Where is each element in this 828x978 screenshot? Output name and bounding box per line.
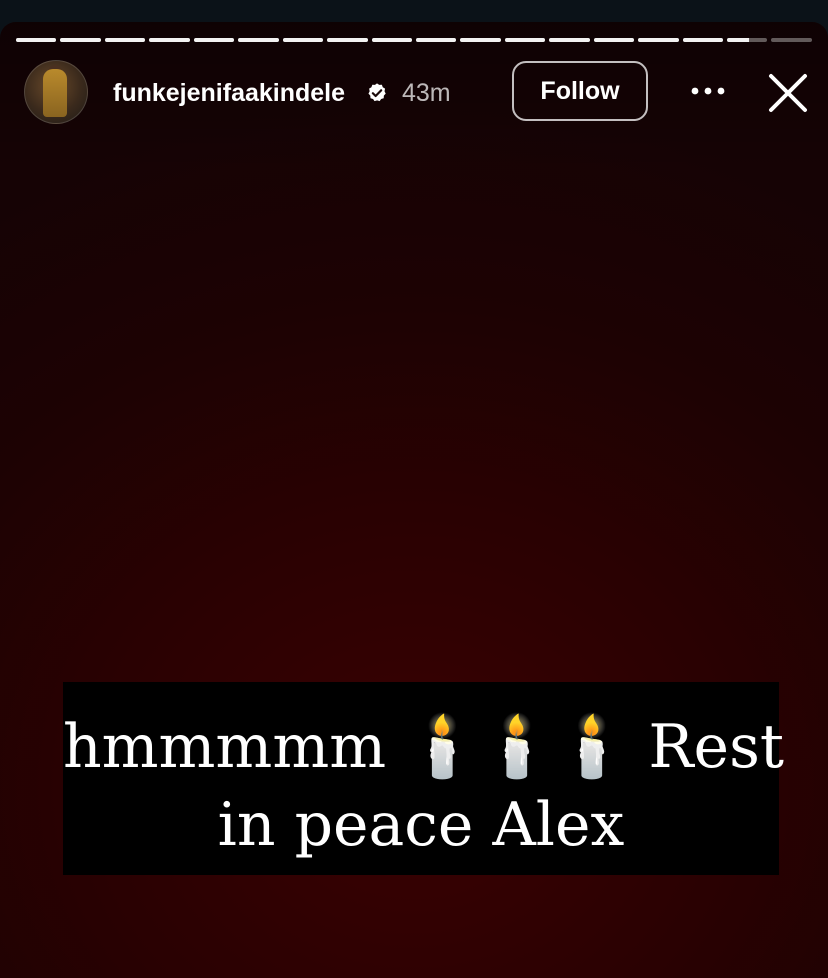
progress-segment (193, 38, 235, 42)
username[interactable]: funkejenifaakindele (113, 78, 345, 108)
progress-segment (415, 38, 457, 42)
close-icon[interactable] (767, 72, 809, 114)
progress-segment (104, 38, 146, 42)
progress-segment-fill (415, 38, 457, 42)
progress-segment-fill (727, 38, 750, 42)
progress-segment-fill (593, 38, 635, 42)
progress-segment-fill (104, 38, 146, 42)
post-time: 43m (402, 79, 451, 107)
progress-segment-fill (460, 38, 501, 42)
progress-segment-fill (327, 38, 368, 42)
progress-segment-fill (193, 38, 235, 42)
progress-segment (238, 38, 279, 42)
progress-segment (60, 38, 101, 42)
progress-segment (504, 38, 546, 42)
progress-segment-fill (282, 38, 324, 42)
caption-line-1: hmmmmm 🕯️🕯️🕯️ Rest (63, 712, 784, 782)
story-progress-bar (16, 38, 812, 42)
progress-segment (327, 38, 368, 42)
progress-segment-fill (371, 38, 412, 42)
progress-segment (682, 38, 723, 42)
progress-segment (282, 38, 324, 42)
avatar-figure (43, 69, 67, 117)
progress-segment-fill (682, 38, 723, 42)
story-viewer[interactable]: funkejenifaakindele 43m Follow hmmmmm 🕯️… (0, 0, 828, 978)
caption-line-2: in peace Alex (217, 790, 625, 860)
progress-segment (771, 38, 812, 42)
profile-avatar[interactable] (24, 60, 88, 124)
follow-button[interactable]: Follow (512, 61, 648, 121)
progress-segment (593, 38, 635, 42)
progress-segment (371, 38, 412, 42)
more-horizontal-icon[interactable] (690, 84, 726, 98)
progress-segment-fill (504, 38, 546, 42)
progress-segment-fill (549, 38, 590, 42)
verified-badge-icon (368, 83, 386, 102)
progress-segment (638, 38, 679, 42)
progress-segment-fill (149, 38, 190, 42)
progress-segment-fill (638, 38, 679, 42)
progress-segment (16, 38, 57, 42)
progress-segment-fill (60, 38, 101, 42)
progress-segment (149, 38, 190, 42)
story-caption: hmmmmm 🕯️🕯️🕯️ Rest in peace Alex (63, 682, 784, 875)
story-header: funkejenifaakindele 43m Follow (24, 58, 814, 126)
progress-segment-fill (238, 38, 279, 42)
progress-segment-fill (16, 38, 57, 42)
progress-segment (460, 38, 501, 42)
progress-segment (549, 38, 590, 42)
progress-segment (727, 38, 768, 42)
